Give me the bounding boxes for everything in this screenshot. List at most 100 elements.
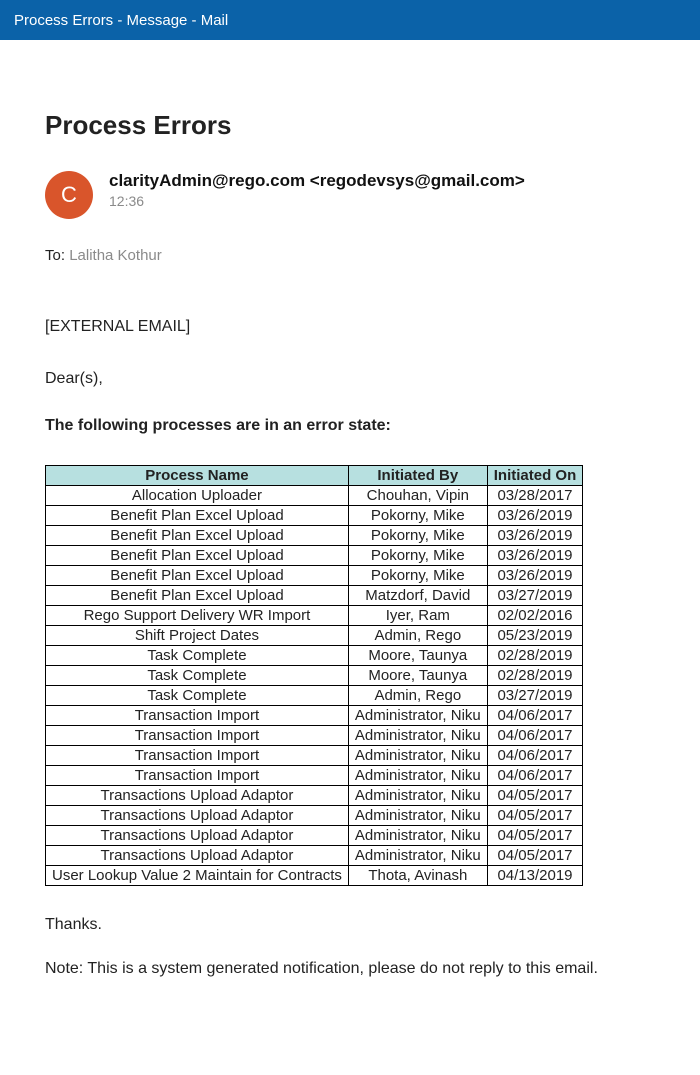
cell-process-name: Transaction Import — [46, 745, 349, 765]
process-errors-table: Process Name Initiated By Initiated On A… — [45, 465, 583, 886]
cell-initiated-on: 03/28/2017 — [487, 485, 583, 505]
cell-initiated-by: Moore, Taunya — [348, 645, 487, 665]
table-row: Transactions Upload AdaptorAdministrator… — [46, 825, 583, 845]
cell-initiated-by: Pokorny, Mike — [348, 545, 487, 565]
cell-process-name: Allocation Uploader — [46, 485, 349, 505]
page-title: Process Errors — [45, 110, 655, 141]
cell-initiated-on: 04/06/2017 — [487, 765, 583, 785]
cell-process-name: Transaction Import — [46, 705, 349, 725]
cell-process-name: Transaction Import — [46, 765, 349, 785]
col-initiated-by: Initiated By — [348, 465, 487, 485]
cell-process-name: Task Complete — [46, 645, 349, 665]
col-process-name: Process Name — [46, 465, 349, 485]
cell-initiated-on: 04/05/2017 — [487, 845, 583, 865]
cell-initiated-by: Administrator, Niku — [348, 785, 487, 805]
cell-initiated-on: 04/06/2017 — [487, 745, 583, 765]
cell-initiated-on: 02/02/2016 — [487, 605, 583, 625]
cell-process-name: Task Complete — [46, 665, 349, 685]
cell-initiated-by: Administrator, Niku — [348, 705, 487, 725]
cell-initiated-by: Admin, Rego — [348, 685, 487, 705]
cell-initiated-by: Admin, Rego — [348, 625, 487, 645]
thanks-line: Thanks. — [45, 916, 655, 934]
table-row: Rego Support Delivery WR ImportIyer, Ram… — [46, 605, 583, 625]
cell-initiated-by: Moore, Taunya — [348, 665, 487, 685]
cell-process-name: Benefit Plan Excel Upload — [46, 525, 349, 545]
cell-initiated-by: Matzdorf, David — [348, 585, 487, 605]
cell-initiated-on: 03/26/2019 — [487, 505, 583, 525]
col-initiated-on: Initiated On — [487, 465, 583, 485]
table-row: Benefit Plan Excel UploadPokorny, Mike03… — [46, 505, 583, 525]
cell-initiated-by: Chouhan, Vipin — [348, 485, 487, 505]
cell-initiated-on: 02/28/2019 — [487, 665, 583, 685]
table-row: Task CompleteMoore, Taunya02/28/2019 — [46, 645, 583, 665]
cell-initiated-by: Administrator, Niku — [348, 805, 487, 825]
cell-process-name: Task Complete — [46, 685, 349, 705]
cell-initiated-by: Pokorny, Mike — [348, 525, 487, 545]
table-row: Transactions Upload AdaptorAdministrator… — [46, 785, 583, 805]
table-row: User Lookup Value 2 Maintain for Contrac… — [46, 865, 583, 885]
table-row: Transaction ImportAdministrator, Niku04/… — [46, 725, 583, 745]
mail-content: Process Errors C clarityAdmin@rego.com <… — [0, 40, 700, 998]
cell-initiated-on: 04/05/2017 — [487, 805, 583, 825]
cell-initiated-on: 03/27/2019 — [487, 585, 583, 605]
cell-initiated-by: Pokorny, Mike — [348, 565, 487, 585]
table-row: Benefit Plan Excel UploadPokorny, Mike03… — [46, 525, 583, 545]
cell-process-name: Benefit Plan Excel Upload — [46, 565, 349, 585]
cell-initiated-on: 05/23/2019 — [487, 625, 583, 645]
cell-initiated-on: 04/05/2017 — [487, 825, 583, 845]
cell-process-name: Benefit Plan Excel Upload — [46, 505, 349, 525]
table-row: Transactions Upload AdaptorAdministrator… — [46, 845, 583, 865]
table-row: Benefit Plan Excel UploadPokorny, Mike03… — [46, 545, 583, 565]
table-row: Task CompleteMoore, Taunya02/28/2019 — [46, 665, 583, 685]
cell-process-name: Transactions Upload Adaptor — [46, 845, 349, 865]
cell-initiated-by: Iyer, Ram — [348, 605, 487, 625]
table-row: Task CompleteAdmin, Rego03/27/2019 — [46, 685, 583, 705]
cell-initiated-by: Administrator, Niku — [348, 825, 487, 845]
window-title: Process Errors - Message - Mail — [14, 12, 228, 29]
sender-row: C clarityAdmin@rego.com <regodevsys@gmai… — [45, 171, 655, 219]
cell-process-name: Transactions Upload Adaptor — [46, 825, 349, 845]
sender-time: 12:36 — [109, 193, 525, 209]
to-line: To: Lalitha Kothur — [45, 247, 655, 264]
table-row: Transactions Upload AdaptorAdministrator… — [46, 805, 583, 825]
cell-initiated-on: 02/28/2019 — [487, 645, 583, 665]
table-header-row: Process Name Initiated By Initiated On — [46, 465, 583, 485]
to-name: Lalitha Kothur — [69, 247, 162, 264]
to-label: To: — [45, 247, 65, 264]
cell-initiated-on: 04/13/2019 — [487, 865, 583, 885]
salutation: Dear(s), — [45, 366, 655, 392]
cell-process-name: Benefit Plan Excel Upload — [46, 545, 349, 565]
table-row: Transaction ImportAdministrator, Niku04/… — [46, 705, 583, 725]
cell-process-name: Benefit Plan Excel Upload — [46, 585, 349, 605]
cell-initiated-by: Administrator, Niku — [348, 745, 487, 765]
window-titlebar: Process Errors - Message - Mail — [0, 0, 700, 40]
cell-initiated-by: Thota, Avinash — [348, 865, 487, 885]
external-email-tag: [EXTERNAL EMAIL] — [45, 314, 655, 340]
table-row: Transaction ImportAdministrator, Niku04/… — [46, 745, 583, 765]
table-row: Shift Project DatesAdmin, Rego05/23/2019 — [46, 625, 583, 645]
cell-initiated-by: Administrator, Niku — [348, 845, 487, 865]
cell-initiated-on: 03/26/2019 — [487, 525, 583, 545]
table-row: Benefit Plan Excel UploadPokorny, Mike03… — [46, 565, 583, 585]
table-intro: The following processes are in an error … — [45, 413, 655, 439]
sender-display: clarityAdmin@rego.com <regodevsys@gmail.… — [109, 171, 525, 191]
table-row: Allocation UploaderChouhan, Vipin03/28/2… — [46, 485, 583, 505]
cell-process-name: User Lookup Value 2 Maintain for Contrac… — [46, 865, 349, 885]
note-line: Note: This is a system generated notific… — [45, 960, 655, 978]
cell-initiated-on: 03/27/2019 — [487, 685, 583, 705]
table-row: Benefit Plan Excel UploadMatzdorf, David… — [46, 585, 583, 605]
cell-initiated-on: 04/06/2017 — [487, 705, 583, 725]
cell-process-name: Transaction Import — [46, 725, 349, 745]
table-row: Transaction ImportAdministrator, Niku04/… — [46, 765, 583, 785]
cell-process-name: Rego Support Delivery WR Import — [46, 605, 349, 625]
sender-block: clarityAdmin@rego.com <regodevsys@gmail.… — [109, 171, 525, 209]
cell-initiated-by: Administrator, Niku — [348, 725, 487, 745]
cell-process-name: Shift Project Dates — [46, 625, 349, 645]
cell-initiated-by: Administrator, Niku — [348, 765, 487, 785]
avatar: C — [45, 171, 93, 219]
cell-initiated-on: 04/06/2017 — [487, 725, 583, 745]
cell-process-name: Transactions Upload Adaptor — [46, 785, 349, 805]
cell-initiated-on: 03/26/2019 — [487, 565, 583, 585]
cell-initiated-on: 04/05/2017 — [487, 785, 583, 805]
cell-initiated-on: 03/26/2019 — [487, 545, 583, 565]
